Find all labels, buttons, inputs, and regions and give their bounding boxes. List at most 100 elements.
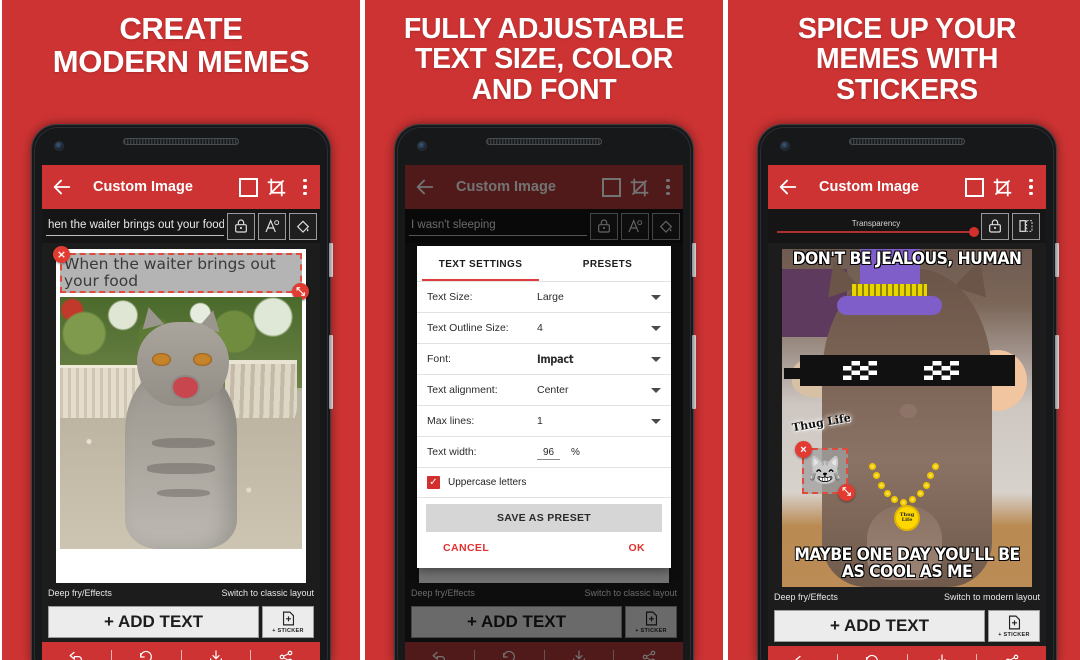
paint-bucket-icon[interactable] [652,212,680,240]
save-as-preset-button[interactable]: SAVE AS PRESET [426,504,662,532]
save-button[interactable]: Save [182,649,251,660]
more-vertical-icon[interactable] [1029,178,1033,196]
phone-mockup-3: Custom Image Transparency Thug Life Thug… [757,124,1059,660]
undo-button[interactable]: Undo (23) [405,650,474,660]
square-icon[interactable] [602,177,621,197]
app-title: Custom Image [93,179,193,195]
lock-icon[interactable] [981,212,1009,240]
add-sticker-button[interactable]: + STICKER [262,606,314,638]
font-icon[interactable] [621,212,649,240]
text-width-input[interactable]: 96 [537,447,561,460]
back-arrow-icon[interactable] [51,176,73,198]
tab-text-settings[interactable]: TEXT SETTINGS [417,246,544,281]
slider-thumb[interactable] [969,227,979,237]
back-arrow-icon[interactable] [777,176,799,198]
chevron-down-icon[interactable] [651,294,661,300]
lock-icon[interactable] [227,212,255,240]
more-vertical-icon[interactable] [303,178,307,196]
meme-canvas[interactable]: When the waiter brings out your food × ⤡ [42,243,320,583]
chevron-down-icon[interactable] [651,325,661,331]
panel-1-headline: CREATE MODERN MEMES [2,12,360,78]
uppercase-letters-checkbox-row[interactable]: ✓ Uppercase letters [417,467,671,497]
square-icon[interactable] [965,177,984,197]
more-vertical-icon[interactable] [666,178,670,196]
caption-text-box[interactable]: When the waiter brings out your food × ⤡ [53,246,309,301]
undo-button[interactable]: Undo (88) [768,654,837,660]
meme-sheet: Thug Life Thug Life 😹 × ⤡ DON'T BE JEALO… [782,249,1032,587]
checkbox-checked-icon[interactable]: ✓ [427,476,440,489]
undo-button[interactable]: Undo (19) [42,650,111,660]
save-button[interactable]: Save [545,649,614,660]
switch-layout-link[interactable]: Switch to classic layout [221,588,314,598]
rotate-button[interactable]: Rotate [838,653,907,660]
back-arrow-icon[interactable] [414,176,436,198]
power-button[interactable] [692,335,696,409]
setting-value: 1 [537,415,543,427]
phone-screen-1: Custom Image hen the waiter brings out y… [42,165,320,660]
paint-bucket-icon[interactable] [289,212,317,240]
chevron-down-icon[interactable] [651,387,661,393]
mirror-icon[interactable] [1012,212,1040,240]
thug-cat-illustration: Thug Life Thug Life 😹 × ⤡ DON'T BE JEALO… [782,249,1032,587]
deep-fry-link[interactable]: Deep fry/Effects [411,588,475,598]
setting-row-alignment[interactable]: Text alignment: Center [417,374,671,405]
earpiece-speaker [123,138,239,145]
share-button[interactable]: Share [251,649,320,660]
power-button[interactable] [329,335,333,409]
dialog-tabs: TEXT SETTINGS PRESETS [417,246,671,281]
meme-sheet: When the waiter brings out your food × ⤡ [53,246,309,583]
promo-panel-2: FULLY ADJUSTABLE TEXT SIZE, COLOR AND FO… [365,0,723,660]
add-text-button[interactable]: + ADD TEXT [411,606,622,638]
volume-button[interactable] [329,243,333,277]
share-button[interactable]: Share [614,649,683,660]
chevron-down-icon[interactable] [651,418,661,424]
crop-icon[interactable] [629,177,650,198]
square-icon[interactable] [239,177,258,197]
add-text-button[interactable]: + ADD TEXT [774,610,985,642]
transparency-slider[interactable]: Transparency [771,219,981,237]
meme-text-input[interactable]: I wasn't sleeping [409,216,587,236]
save-button[interactable]: Save [908,653,977,660]
delete-handle-icon[interactable]: × [53,246,70,263]
selected-sticker[interactable]: 😹 × ⤡ [795,441,855,502]
setting-row-max-lines[interactable]: Max lines: 1 [417,405,671,436]
add-sticker-button[interactable]: + STICKER [988,610,1040,642]
bottom-action-bar: Undo (19) Rotate Save Shar [42,642,320,660]
add-text-button[interactable]: + ADD TEXT [48,606,259,638]
deep-fry-link[interactable]: Deep fry/Effects [774,592,838,602]
share-button[interactable]: Share [977,653,1046,660]
cat-photo-illustration [60,297,302,550]
volume-button[interactable] [692,243,696,277]
ok-button[interactable]: OK [628,542,645,554]
setting-value: Impact [537,352,574,366]
gold-chain-sticker: Thug Life [867,459,942,531]
lock-icon[interactable] [590,212,618,240]
setting-row-font[interactable]: Font: Impact [417,343,671,374]
setting-value: 4 [537,322,543,334]
tab-presets[interactable]: PRESETS [544,246,671,281]
deep-fry-link[interactable]: Deep fry/Effects [48,588,112,598]
earpiece-speaker [486,138,602,145]
crop-icon[interactable] [266,177,287,198]
setting-row-outline-size[interactable]: Text Outline Size: 4 [417,312,671,343]
promo-panel-1: CREATE MODERN MEMES Custom Image hen the… [2,0,360,660]
crop-icon[interactable] [992,177,1013,198]
rotate-button[interactable]: Rotate [112,649,181,660]
chevron-down-icon[interactable] [651,356,661,362]
meme-text-input[interactable]: hen the waiter brings out your food [46,216,224,236]
setting-row-text-size[interactable]: Text Size: Large [417,281,671,312]
setting-value: Large [537,291,564,303]
setting-label: Text width: [427,446,477,458]
switch-layout-link[interactable]: Switch to modern layout [944,592,1040,602]
rotate-button[interactable]: Rotate [475,649,544,660]
font-icon[interactable] [258,212,286,240]
cancel-button[interactable]: CANCEL [443,542,489,554]
power-button[interactable] [1055,335,1059,409]
phone-top-bezel [32,125,330,165]
add-sticker-button[interactable]: + STICKER [625,606,677,638]
switch-layout-link[interactable]: Switch to classic layout [584,588,677,598]
setting-row-text-width[interactable]: Text width: 96 % [417,436,671,467]
meme-canvas[interactable]: Thug Life Thug Life 😹 × ⤡ DON'T BE JEALO… [768,243,1046,587]
volume-button[interactable] [1055,243,1059,277]
slider-track[interactable] [777,227,979,237]
